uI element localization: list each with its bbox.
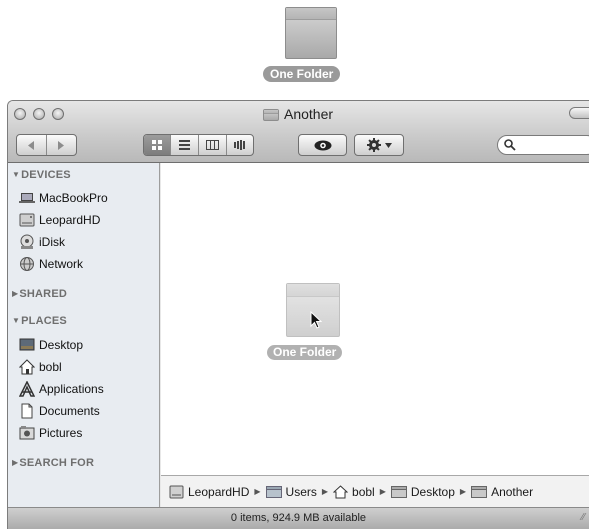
file-browser-content[interactable]: One Folder <box>161 163 589 475</box>
toolbar: Another <box>8 101 589 163</box>
hard-drive-icon <box>19 212 35 228</box>
folder-icon <box>390 486 407 498</box>
action-menu-button[interactable] <box>354 134 404 156</box>
desktop-folder-icon[interactable] <box>285 7 337 59</box>
path-separator-icon: ▶ <box>321 487 329 496</box>
close-button[interactable] <box>14 108 26 120</box>
applications-icon <box>18 380 36 397</box>
sidebar-item-label: iDisk <box>39 235 65 249</box>
sidebar-item-label: MacBookPro <box>39 191 108 205</box>
path-item-bobl[interactable]: bobl <box>333 485 375 499</box>
path-item-desktop[interactable]: Desktop <box>390 485 455 499</box>
view-switcher <box>143 134 254 156</box>
coverflow-view-icon <box>233 140 245 150</box>
sidebar-item-network[interactable]: Network <box>19 254 83 274</box>
sidebar-section-shared[interactable]: ▶SHARED <box>12 288 67 300</box>
pictures-icon <box>19 425 35 441</box>
window-title-text: Another <box>284 106 334 122</box>
sidebar-item-applications[interactable]: Applications <box>18 379 104 399</box>
laptop-icon <box>19 190 35 206</box>
dragged-folder-label: One Folder <box>267 345 343 360</box>
hard-drive-icon <box>169 485 184 498</box>
finder-window: Another ▼DEVICES MacBookPro LeopardHD iD… <box>7 100 589 529</box>
nav-buttons <box>16 134 77 156</box>
idisk-icon <box>19 234 35 250</box>
sidebar-item-leopardhd[interactable]: LeopardHD <box>19 210 100 230</box>
desktop-folder-label[interactable]: One Folder <box>263 66 341 82</box>
column-view-button[interactable] <box>199 135 227 155</box>
sidebar-item-desktop[interactable]: Desktop <box>19 335 83 355</box>
desktop-icon <box>19 337 35 353</box>
status-text: 0 items, 924.9 MB available <box>230 512 367 524</box>
sidebar: ▼DEVICES MacBookPro LeopardHD iDisk Netw… <box>8 163 160 507</box>
search-icon <box>504 139 516 151</box>
network-icon <box>19 256 35 272</box>
status-bar: 0 items, 924.9 MB available ⁄⁄ <box>8 507 589 529</box>
sidebar-item-label: Pictures <box>39 426 83 440</box>
sidebar-item-documents[interactable]: Documents <box>19 401 100 421</box>
path-item-users[interactable]: Users <box>265 485 317 499</box>
gear-icon <box>366 138 381 152</box>
list-view-icon <box>179 140 190 150</box>
sidebar-item-label: LeopardHD <box>39 213 101 227</box>
sidebar-section-devices[interactable]: ▼DEVICES <box>12 169 71 181</box>
folder-icon <box>471 486 488 498</box>
sidebar-item-idisk[interactable]: iDisk <box>19 232 65 252</box>
chevron-down-icon <box>384 142 392 148</box>
sidebar-section-search-for[interactable]: ▶SEARCH FOR <box>12 457 94 469</box>
coverflow-view-button[interactable] <box>227 135 253 155</box>
sidebar-item-pictures[interactable]: Pictures <box>19 423 82 443</box>
sidebar-item-bobl[interactable]: bobl <box>18 357 62 377</box>
folder-icon <box>263 108 279 121</box>
path-item-leopardhd[interactable]: LeopardHD <box>169 485 249 499</box>
icon-view-button[interactable] <box>144 135 171 155</box>
chevron-left-icon <box>28 140 35 150</box>
path-bar: LeopardHD ▶ Users ▶ bobl ▶ Desktop ▶ Ano… <box>161 475 589 507</box>
zoom-button[interactable] <box>52 108 64 120</box>
quick-look-button[interactable] <box>298 134 347 156</box>
home-icon <box>333 484 349 498</box>
path-item-another[interactable]: Another <box>471 485 533 499</box>
icon-view-icon <box>151 140 162 150</box>
path-separator-icon: ▶ <box>379 487 386 496</box>
mouse-pointer-icon <box>310 311 322 329</box>
sidebar-item-label: Documents <box>39 404 100 418</box>
documents-icon <box>19 403 35 419</box>
sidebar-item-label: Desktop <box>39 338 84 352</box>
sidebar-section-places[interactable]: ▼PLACES <box>12 315 67 327</box>
column-view-icon <box>206 140 219 150</box>
list-view-button[interactable] <box>171 135 199 155</box>
resize-grip-icon[interactable]: ⁄⁄ <box>582 507 585 528</box>
sidebar-item-label: bobl <box>39 360 62 374</box>
back-button[interactable] <box>17 135 47 155</box>
forward-button[interactable] <box>47 135 76 155</box>
eye-icon <box>314 140 331 150</box>
home-icon <box>18 359 36 375</box>
search-input[interactable] <box>497 135 589 155</box>
minimize-button[interactable] <box>33 108 45 120</box>
chevron-right-icon <box>58 140 65 150</box>
toolbar-toggle-button[interactable] <box>569 107 589 119</box>
path-separator-icon: ▶ <box>254 487 261 496</box>
sidebar-item-label: Applications <box>39 382 104 396</box>
path-separator-icon: ▶ <box>459 487 467 496</box>
sidebar-item-macbookpro[interactable]: MacBookPro <box>19 188 108 208</box>
folder-icon <box>265 486 282 498</box>
sidebar-item-label: Network <box>39 257 84 271</box>
window-title: Another <box>263 105 333 123</box>
